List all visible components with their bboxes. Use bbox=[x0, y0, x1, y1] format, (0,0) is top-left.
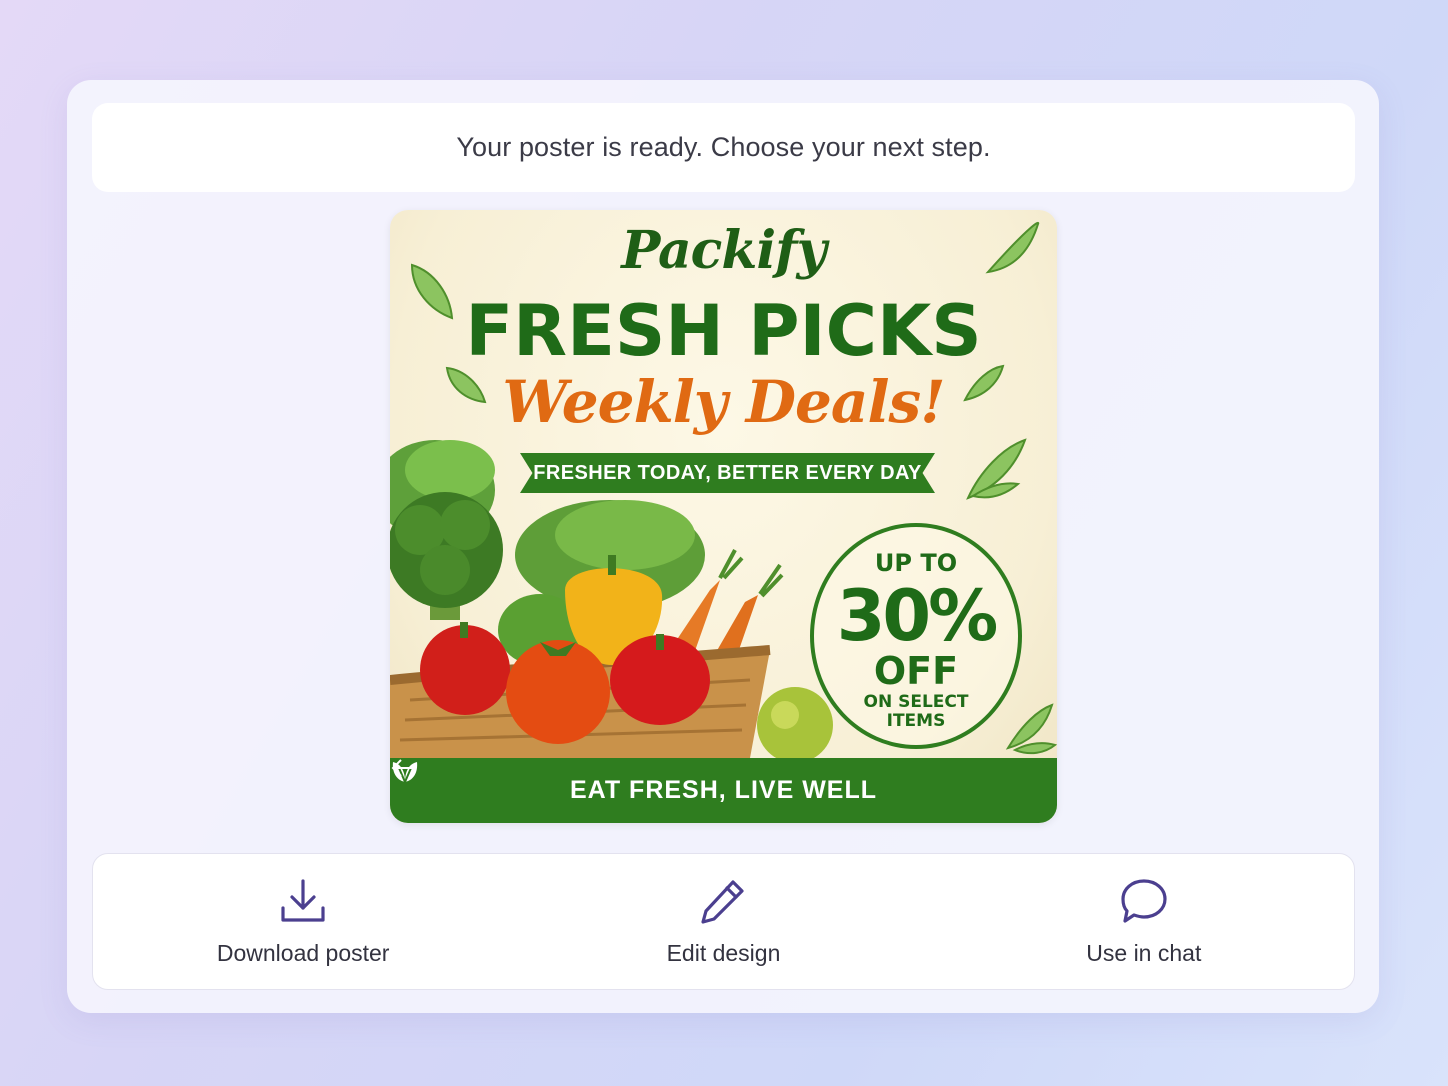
discount-badge: UP TO 30% OFF ON SELECT ITEMS bbox=[810, 523, 1022, 749]
poster-brand: Packify bbox=[621, 220, 826, 281]
pencil-icon bbox=[698, 876, 748, 926]
download-poster-button[interactable]: Download poster bbox=[93, 854, 513, 989]
poster-footer: EAT FRESH, LIVE WELL bbox=[390, 758, 1057, 823]
red-pepper-icon bbox=[420, 622, 510, 715]
badge-line-1: UP TO bbox=[874, 549, 958, 577]
action-bar: Download poster Edit design Use in chat bbox=[92, 853, 1355, 990]
badge-percent: 30% bbox=[836, 575, 999, 657]
status-message: Your poster is ready. Choose your next s… bbox=[92, 103, 1355, 192]
badge-off: OFF bbox=[873, 649, 959, 693]
edit-design-label: Edit design bbox=[666, 940, 781, 966]
poster-footer-text: EAT FRESH, LIVE WELL bbox=[569, 776, 878, 804]
edit-design-button[interactable]: Edit design bbox=[513, 854, 933, 989]
poster-headline: FRESH PICKS bbox=[465, 290, 982, 372]
poster-ribbon: FRESHER TODAY, BETTER EVERY DAY bbox=[520, 453, 935, 493]
download-icon bbox=[278, 876, 328, 926]
poster-preview[interactable]: Packify FRESH PICKS Weekly Deals! FRESHE… bbox=[390, 210, 1057, 823]
chat-bubble-icon bbox=[1119, 876, 1169, 926]
broccoli-icon bbox=[390, 492, 503, 620]
badge-note: ON SELECT ITEMS bbox=[863, 692, 969, 731]
poster-subheadline: Weekly Deals! bbox=[502, 368, 945, 436]
result-panel: Your poster is ready. Choose your next s… bbox=[67, 80, 1379, 1013]
tomato-icon bbox=[506, 640, 610, 744]
use-in-chat-button[interactable]: Use in chat bbox=[934, 854, 1354, 989]
use-in-chat-label: Use in chat bbox=[1086, 940, 1202, 966]
download-poster-label: Download poster bbox=[216, 940, 390, 966]
